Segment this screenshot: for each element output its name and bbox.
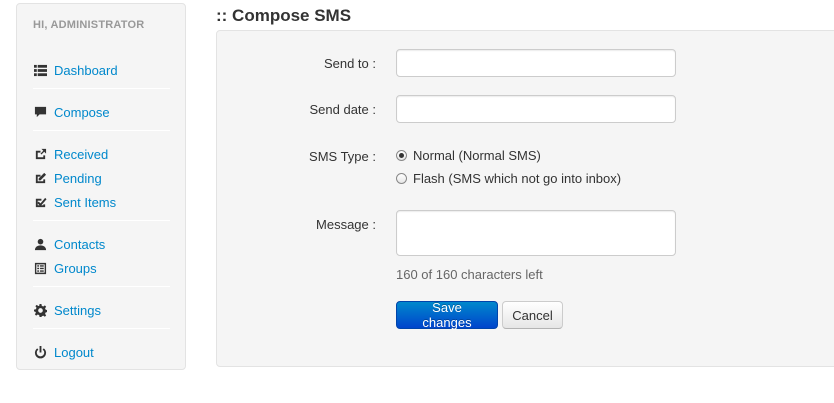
sidebar-item-label: Received — [54, 146, 109, 162]
sidebar-divider — [33, 220, 170, 221]
sms-type-normal-label: Normal (Normal SMS) — [413, 148, 541, 163]
sidebar-item-logout[interactable]: Logout — [33, 343, 94, 361]
sms-type-normal-radio[interactable] — [396, 150, 407, 161]
sidebar-item-dashboard[interactable]: Dashboard — [33, 61, 118, 79]
sidebar-item-received[interactable]: Received — [33, 145, 108, 163]
user-icon — [33, 237, 47, 251]
sms-type-normal-option[interactable]: Normal (Normal SMS) — [396, 148, 541, 163]
list-alt-icon — [33, 261, 47, 275]
share-icon — [33, 147, 47, 161]
sidebar-item-label: Dashboard — [54, 62, 118, 78]
sidebar-item-settings[interactable]: Settings — [33, 301, 101, 319]
save-changes-button[interactable]: Save changes — [396, 300, 498, 330]
send-to-input[interactable] — [396, 49, 676, 77]
sidebar-item-label: Contacts — [54, 236, 106, 252]
sidebar-item-contacts[interactable]: Contacts — [33, 235, 105, 253]
sidebar-item-compose[interactable]: Compose — [33, 103, 110, 121]
sidebar-divider — [33, 88, 170, 89]
send-date-label: Send date : — [309, 102, 377, 117]
comment-icon — [33, 105, 47, 119]
sidebar-divider — [33, 286, 170, 287]
sidebar: HI, ADMINISTRATOR Dashboard Compose Rece… — [16, 3, 186, 370]
sms-type-flash-option[interactable]: Flash (SMS which not go into inbox) — [396, 171, 621, 186]
edit-icon — [33, 171, 47, 185]
page-title: :: Compose SMS — [216, 6, 352, 25]
cog-icon — [33, 303, 47, 317]
cancel-button[interactable]: Cancel — [502, 301, 563, 329]
sms-type-flash-label: Flash (SMS which not go into inbox) — [413, 171, 622, 186]
check-icon — [33, 195, 47, 209]
sidebar-item-label: Sent Items — [54, 194, 117, 210]
sidebar-divider — [33, 328, 170, 329]
sidebar-item-label: Settings — [54, 302, 101, 318]
send-to-label: Send to : — [323, 56, 376, 71]
sidebar-item-pending[interactable]: Pending — [33, 169, 102, 187]
sidebar-divider — [33, 130, 170, 131]
sidebar-item-label: Groups — [54, 260, 97, 276]
sidebar-item-label: Compose — [54, 104, 110, 120]
message-label: Message : — [316, 217, 376, 232]
send-date-input[interactable] — [396, 95, 676, 123]
sidebar-item-label: Pending — [54, 170, 102, 186]
sidebar-item-label: Logout — [54, 344, 94, 360]
message-textarea[interactable] — [396, 210, 676, 256]
power-icon — [33, 345, 47, 359]
sidebar-item-sent-items[interactable]: Sent Items — [33, 193, 116, 211]
list-icon — [33, 63, 47, 77]
sms-type-label: SMS Type : — [309, 149, 376, 164]
sidebar-item-groups[interactable]: Groups — [33, 259, 97, 277]
sidebar-greeting: HI, ADMINISTRATOR — [33, 19, 145, 31]
characters-left-counter: 160 of 160 characters left — [396, 267, 543, 282]
sms-type-flash-radio[interactable] — [396, 173, 407, 184]
